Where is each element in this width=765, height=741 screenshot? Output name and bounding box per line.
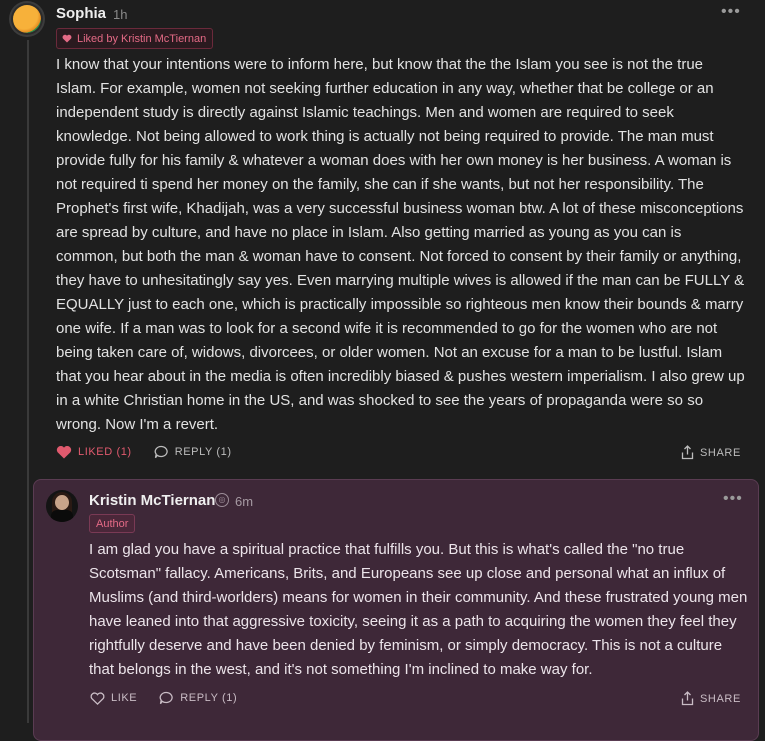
share-label: SHARE — [700, 692, 741, 705]
share-icon — [681, 691, 694, 706]
comment-author-name[interactable]: Sophia — [56, 5, 106, 22]
verified-icon: ◎ — [215, 493, 229, 507]
reply-button[interactable]: REPLY (1) — [159, 691, 237, 705]
more-horizontal-icon[interactable]: ••• — [721, 3, 741, 21]
heart-outline-icon — [90, 691, 105, 705]
liked-by-badge: Liked by Kristin McTiernan — [56, 28, 214, 49]
reply-author-name[interactable]: Kristin McTiernan — [89, 492, 215, 509]
thread-line — [27, 40, 29, 723]
reply-button[interactable]: REPLY (1) — [154, 445, 232, 459]
comment-bubble-icon — [154, 445, 168, 459]
share-button[interactable]: SHARE — [681, 691, 741, 706]
heart-icon — [62, 34, 72, 43]
more-horizontal-icon[interactable]: ••• — [723, 490, 743, 508]
reply-label: REPLY (1) — [174, 446, 232, 458]
heart-filled-icon — [56, 445, 72, 459]
like-button[interactable]: LIKED (1) — [56, 445, 132, 459]
reply-timestamp[interactable]: 6m — [235, 494, 253, 509]
like-button[interactable]: LIKE — [90, 691, 138, 705]
comment-timestamp[interactable]: 1h — [113, 7, 127, 22]
share-label: SHARE — [700, 446, 741, 459]
reply-body: I am glad you have a spiritual practice … — [89, 541, 748, 678]
avatar[interactable] — [46, 490, 78, 522]
share-icon — [681, 445, 694, 460]
reply-kristin: Kristin McTiernan ◎ 6m ••• Author I am g… — [33, 479, 759, 741]
like-label: LIKED (1) — [78, 446, 132, 458]
liked-by-text: Liked by Kristin McTiernan — [77, 32, 207, 45]
share-button[interactable]: SHARE — [681, 445, 741, 460]
comment-actions: LIKED (1) REPLY (1) — [56, 445, 254, 459]
comment-body: I know that your intentions were to info… — [56, 56, 745, 433]
reply-label: REPLY (1) — [180, 692, 238, 704]
like-label: LIKE — [111, 692, 138, 704]
avatar[interactable] — [11, 3, 43, 35]
author-badge: Author — [89, 514, 136, 533]
comment-bubble-icon — [159, 691, 173, 705]
reply-actions: LIKE REPLY (1) — [90, 691, 259, 705]
